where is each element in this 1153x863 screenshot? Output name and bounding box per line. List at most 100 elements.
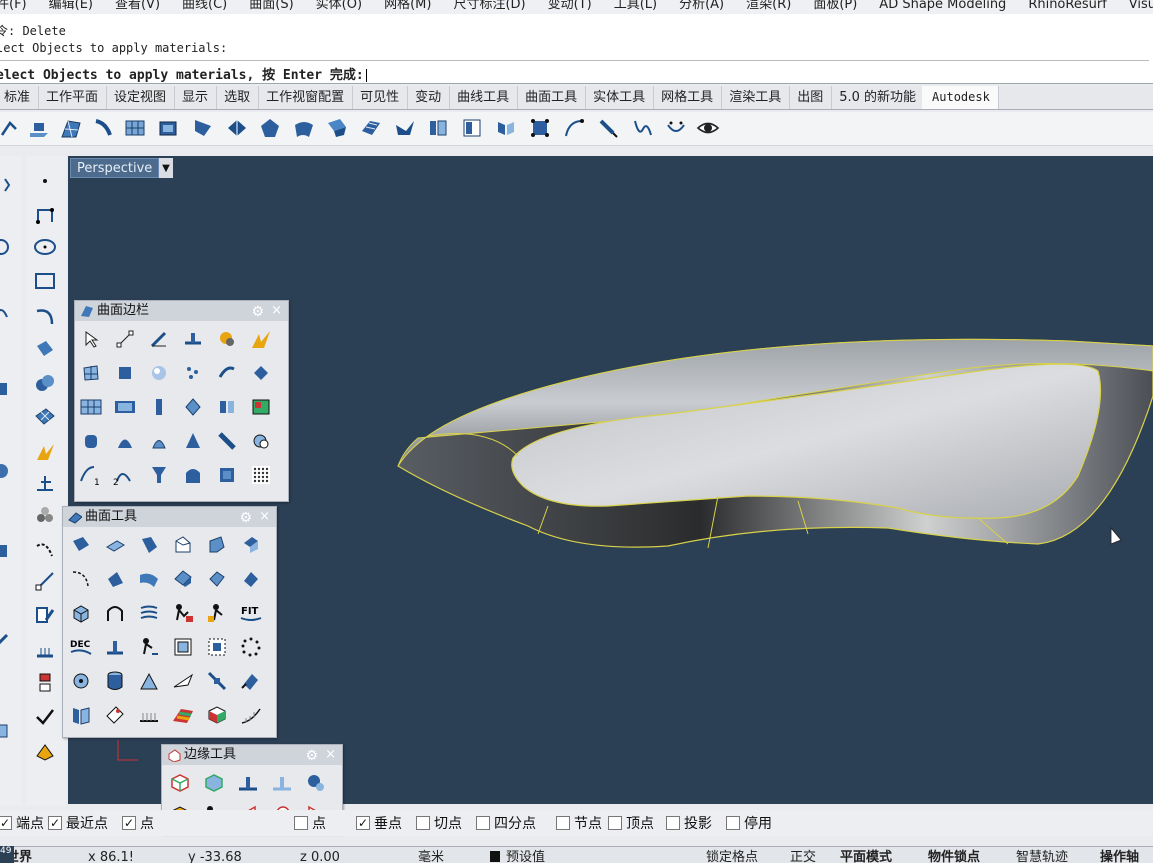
toolbar-tab[interactable]: 显示 (172, 86, 218, 109)
pentagon-surface-icon[interactable] (257, 115, 283, 141)
osnap-option[interactable]: 停用 (726, 814, 772, 832)
curvature-graph-icon[interactable] (235, 699, 267, 731)
window-panel-icon[interactable] (459, 115, 485, 141)
toolbar-tab[interactable]: 工作视窗配置 (256, 86, 354, 109)
edit-surface-icon[interactable] (143, 323, 175, 355)
toolbar-tab[interactable]: 选取 (214, 86, 260, 109)
zebra-analysis-icon[interactable] (167, 699, 199, 731)
flow-surface-icon[interactable] (133, 597, 165, 629)
sidebar-tool-icon[interactable] (0, 374, 16, 404)
checkbox[interactable] (556, 816, 570, 830)
osnap-option[interactable]: ✓ 最近点 (48, 814, 108, 832)
gear-icon[interactable]: ⚙ (239, 508, 252, 528)
toolbar-tab[interactable]: 标准 (0, 86, 40, 109)
planar-toggle[interactable]: 平面模式 (840, 851, 892, 863)
mesh-icon[interactable] (30, 402, 60, 432)
toolbar-tab[interactable]: 曲线工具 (447, 86, 519, 109)
gear-icon[interactable]: ⚙ (305, 746, 318, 766)
revolve-icon[interactable] (245, 425, 277, 457)
menu-item[interactable]: 尺寸标注(D) (453, 0, 525, 11)
checkbox[interactable] (294, 816, 308, 830)
osnap-option[interactable]: 四分点 (476, 814, 536, 832)
refit-surface-icon[interactable] (235, 563, 267, 595)
sidebar-tool-icon[interactable] (0, 716, 16, 746)
puzzle-icon[interactable] (211, 323, 243, 355)
satellite-icon[interactable] (201, 665, 233, 697)
arch-tool-icon[interactable] (99, 597, 131, 629)
offset-surface-icon[interactable] (392, 115, 418, 141)
osnap-option[interactable]: ✓ 点 (122, 814, 154, 832)
ruled-surface-icon[interactable] (358, 115, 384, 141)
osnap-option[interactable]: 切点 (416, 814, 462, 832)
toolbar-tab[interactable]: 渲染工具 (719, 86, 791, 109)
snap-point-icon[interactable] (30, 566, 60, 596)
curve-on-surface-icon[interactable] (65, 563, 97, 595)
checkbox[interactable] (726, 816, 740, 830)
frame-surface-icon[interactable] (167, 631, 199, 663)
arc-surface-icon[interactable] (109, 425, 141, 457)
eye-icon[interactable] (695, 115, 721, 141)
sidebar-tool-icon[interactable] (0, 536, 16, 566)
osnap-option[interactable]: 投影 (666, 814, 712, 832)
checkbox[interactable] (608, 816, 622, 830)
split-edge-icon[interactable] (198, 767, 230, 799)
triangle-point-icon[interactable] (133, 665, 165, 697)
chain-icon[interactable] (30, 668, 60, 698)
merge-edge-icon[interactable] (232, 767, 264, 799)
transform-icon[interactable] (245, 323, 277, 355)
align-panel-icon[interactable] (493, 115, 519, 141)
grid-rect-icon[interactable] (75, 391, 107, 423)
circle-points-icon[interactable] (235, 631, 267, 663)
smarttrack-toggle[interactable]: 智慧轨迹 (1016, 851, 1068, 863)
box-surface-icon[interactable] (155, 115, 181, 141)
osnap-option[interactable]: 点 (294, 814, 326, 832)
menu-item[interactable]: 查看(V) (115, 0, 160, 11)
command-prompt[interactable]: elect Objects to apply materials, 按 Ente… (0, 60, 1149, 83)
box-solid-icon[interactable] (65, 597, 97, 629)
fit-icon[interactable]: FIT (235, 597, 267, 629)
checkbox[interactable] (476, 816, 490, 830)
toolbar-tab[interactable]: 工作平面 (36, 86, 108, 109)
arrow-tool-icon[interactable] (0, 115, 22, 141)
ortho-toggle[interactable]: 正交 (790, 851, 816, 863)
blend-1-icon[interactable]: 1 (75, 459, 107, 491)
osnap-toggle[interactable]: 物件锁点 (928, 851, 980, 863)
panel-titlebar[interactable]: 边缘工具 ⚙ × (162, 745, 342, 765)
close-icon[interactable]: × (325, 745, 336, 765)
arc-icon[interactable] (30, 534, 60, 564)
cylinder-icon[interactable] (99, 665, 131, 697)
target-icon[interactable] (65, 665, 97, 697)
pipe-surface-icon[interactable] (211, 425, 243, 457)
panel-split-icon[interactable] (425, 115, 451, 141)
checkmark-icon[interactable] (30, 702, 60, 732)
knife-icon[interactable] (167, 665, 199, 697)
menu-item[interactable]: 面板(P) (813, 0, 857, 11)
panel-titlebar[interactable]: 曲面工具 ⚙ × (63, 507, 276, 527)
toolbar-tab[interactable]: 网格工具 (651, 86, 723, 109)
panel-columns-icon[interactable] (65, 699, 97, 731)
edit-icon[interactable] (30, 600, 60, 630)
grid-snap-toggle[interactable]: 锁定格点 (706, 851, 758, 863)
chamfer-surface-icon[interactable] (167, 529, 199, 561)
sidebar-tool-icon[interactable] (0, 456, 16, 486)
sidebar-tool-icon[interactable] (0, 626, 16, 656)
extend-surface-icon[interactable] (235, 529, 267, 561)
checkbox[interactable]: ✓ (0, 816, 12, 830)
merge-surface-icon[interactable] (167, 563, 199, 595)
person-point-icon[interactable] (133, 631, 165, 663)
control-point-icon[interactable] (109, 323, 141, 355)
fin-surface-icon[interactable] (224, 115, 250, 141)
network-surface-icon[interactable] (58, 115, 84, 141)
flat-surface-icon[interactable] (99, 529, 131, 561)
patch-surface-icon[interactable] (190, 115, 216, 141)
point-grid-icon[interactable] (245, 459, 277, 491)
menu-item[interactable]: 工具(L) (614, 0, 657, 11)
toolbar-tab[interactable]: 5.0 的新功能 (829, 86, 926, 109)
corner-surface-icon[interactable] (201, 529, 233, 561)
rectangle-icon[interactable] (30, 266, 60, 296)
dome-surface-icon[interactable] (143, 425, 175, 457)
sidebar-tool-icon[interactable] (0, 296, 16, 326)
checkbox[interactable]: ✓ (48, 816, 62, 830)
join-edge-icon[interactable] (266, 767, 298, 799)
fillet-surface-icon[interactable] (133, 529, 165, 561)
